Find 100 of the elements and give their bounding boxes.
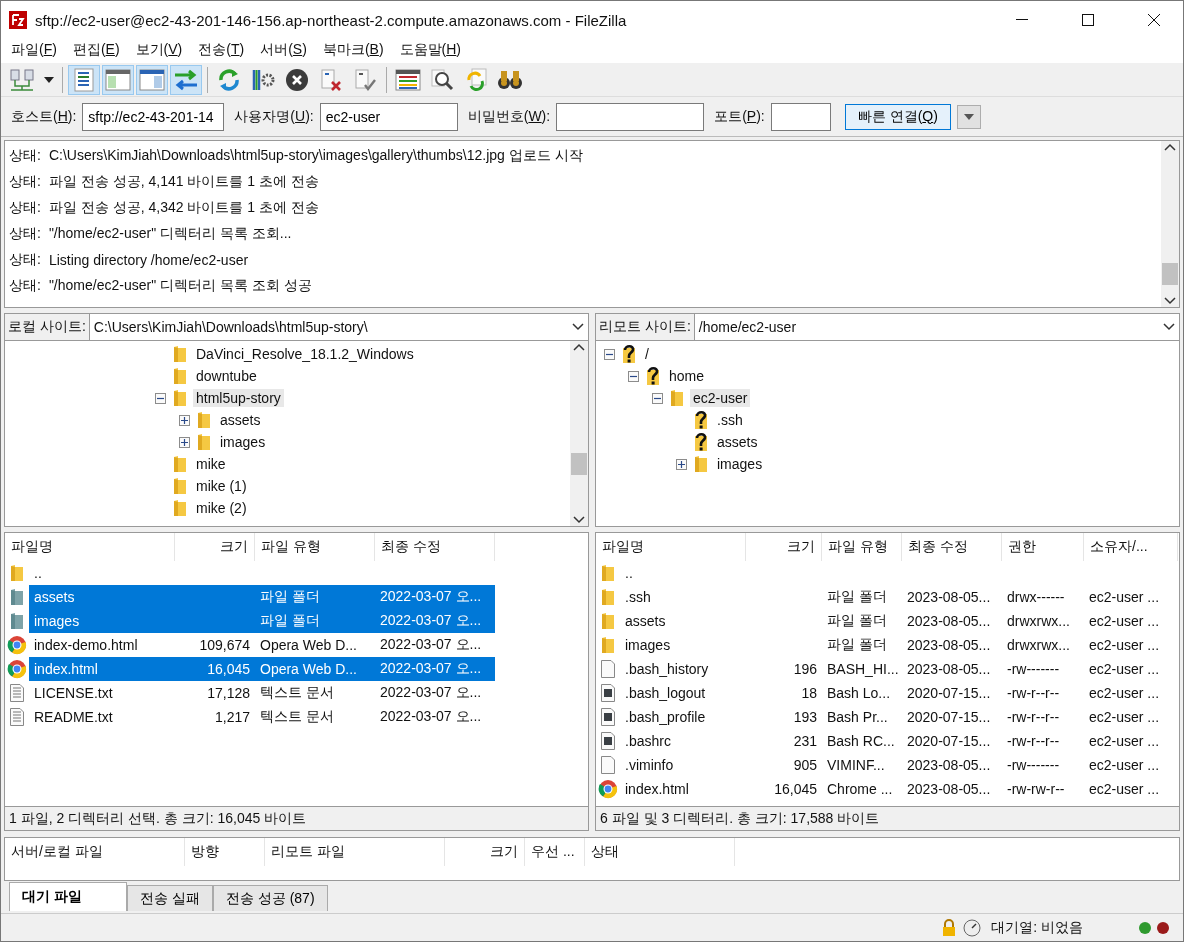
collapse-icon[interactable] bbox=[652, 392, 663, 404]
script-file-icon bbox=[601, 684, 615, 702]
scrollbar-thumb[interactable] bbox=[571, 453, 587, 475]
table-cell: 18 bbox=[801, 685, 817, 701]
input-field[interactable]: sftp://ec2-43-201-14 bbox=[82, 102, 225, 131]
tab[interactable]: 전송 성공 (87) bbox=[212, 885, 328, 911]
file-row[interactable]: assets 파일 폴더 2023-08-05... drwxrwx... ec2-user ... bbox=[620, 609, 1178, 633]
collapse-icon[interactable] bbox=[628, 370, 639, 382]
text-file-icon bbox=[10, 684, 24, 702]
table-cell: 2020-07-15... bbox=[907, 733, 991, 749]
file-row[interactable]: .bash_logout 18 Bash Lo... 2020-07-15... -rw-r--r-- ec2-user ... bbox=[620, 681, 1178, 705]
column-header[interactable]: 상태 bbox=[585, 838, 735, 866]
script-file-icon bbox=[601, 732, 615, 750]
collapse-icon[interactable] bbox=[155, 392, 166, 404]
table-cell: 파일 폴더 bbox=[827, 612, 887, 630]
column-header[interactable]: 파일 유형 bbox=[255, 533, 375, 561]
file-row[interactable]: index-demo.html 109,674 Opera Web D... 2022-03-07 오... bbox=[29, 633, 495, 657]
chevron-down-icon[interactable] bbox=[1163, 323, 1175, 331]
quickconnect-button[interactable]: 빠른 연결(Q) bbox=[844, 103, 951, 130]
table-cell: 2023-08-05... bbox=[907, 661, 991, 677]
expand-icon[interactable] bbox=[179, 414, 190, 426]
file-row[interactable]: .viminfo 905 VIMINF... 2023-08-05... -rw------- ec2-user ... bbox=[620, 753, 1178, 777]
menu-item[interactable]: 편집(E) bbox=[64, 39, 128, 63]
tree-item[interactable]: mike bbox=[193, 455, 229, 473]
column-header[interactable]: 방향 bbox=[185, 838, 265, 866]
scroll-down-icon[interactable] bbox=[1164, 297, 1176, 305]
tree-item[interactable]: images bbox=[714, 455, 766, 473]
file-row[interactable]: index.html 16,045 Chrome ... 2023-08-05... -rw-rw-r-- ec2-user ... bbox=[620, 777, 1178, 801]
menu-item[interactable]: 북마크(B) bbox=[314, 39, 392, 63]
tab[interactable]: 전송 실패 bbox=[127, 885, 213, 911]
input-field[interactable] bbox=[556, 102, 705, 131]
menu-item[interactable]: 파일(F) bbox=[3, 39, 65, 63]
scrollbar[interactable] bbox=[570, 341, 588, 526]
file-row[interactable]: .bashrc 231 Bash RC... 2020-07-15... -rw-r--r-- ec2-user ... bbox=[620, 729, 1178, 753]
column-header[interactable]: 리모트 파일 bbox=[265, 838, 445, 866]
expand-icon[interactable] bbox=[676, 458, 687, 470]
file-row[interactable]: images 파일 폴더 2023-08-05... drwxrwx... ec2-user ... bbox=[620, 633, 1178, 657]
file-row[interactable]: .bash_profile 193 Bash Pr... 2020-07-15... -rw-r--r-- ec2-user ... bbox=[620, 705, 1178, 729]
blank-file-icon bbox=[601, 756, 615, 774]
chevron-down-icon[interactable] bbox=[572, 323, 584, 331]
tree-item[interactable]: DaVinci_Resolve_18.1.2_Windows bbox=[193, 345, 417, 363]
tree-item[interactable]: images bbox=[217, 433, 269, 451]
column-header[interactable]: 권한 bbox=[1002, 533, 1084, 561]
tree-item[interactable]: home bbox=[666, 367, 708, 385]
folder-icon bbox=[600, 564, 616, 582]
folder-icon bbox=[600, 636, 616, 654]
input-field[interactable]: ec2-user bbox=[319, 102, 458, 131]
file-row[interactable]: .. bbox=[29, 561, 495, 585]
column-header[interactable]: 소유자/... bbox=[1084, 533, 1178, 561]
file-row[interactable]: assets 파일 폴더 2022-03-07 오... bbox=[29, 585, 495, 609]
table-cell: 196 bbox=[793, 661, 817, 677]
column-header[interactable]: 최종 수정 bbox=[902, 533, 1002, 561]
column-header[interactable]: 최종 수정 bbox=[375, 533, 495, 561]
scrollbar[interactable] bbox=[1161, 141, 1179, 307]
column-header[interactable]: 파일 유형 bbox=[822, 533, 902, 561]
column-header[interactable]: 서버/로컬 파일 bbox=[5, 838, 185, 866]
column-header[interactable]: 파일명 bbox=[5, 533, 175, 561]
tab[interactable]: 대기 파일 bbox=[9, 882, 127, 911]
file-name: images bbox=[34, 613, 80, 629]
menu-item[interactable]: 보기(V) bbox=[127, 39, 191, 63]
column-header[interactable]: 크기 bbox=[746, 533, 822, 561]
file-row[interactable]: .ssh 파일 폴더 2023-08-05... drwx------ ec2-user ... bbox=[620, 585, 1178, 609]
file-row[interactable]: .. bbox=[620, 561, 1178, 585]
collapse-icon[interactable] bbox=[604, 348, 615, 360]
tree-item[interactable]: ec2-user bbox=[690, 389, 751, 407]
file-row[interactable]: .bash_history 196 BASH_HI... 2023-08-05... -rw------- ec2-user ... bbox=[620, 657, 1178, 681]
log-label: 상태: bbox=[9, 251, 41, 269]
tree-item[interactable]: .ssh bbox=[714, 411, 746, 429]
expand-icon[interactable] bbox=[179, 436, 190, 448]
log-label: 상태: bbox=[9, 225, 41, 243]
column-header[interactable]: 크기 bbox=[445, 838, 525, 866]
menu-item[interactable]: 전송(T) bbox=[190, 39, 253, 63]
tree-item[interactable]: mike (2) bbox=[193, 499, 250, 517]
table-cell: -rw------- bbox=[1007, 757, 1060, 773]
tree-item[interactable]: mike (1) bbox=[193, 477, 250, 495]
field-label: 호스트(H): bbox=[11, 107, 77, 126]
file-row[interactable]: index.html 16,045 Opera Web D... 2022-03-07 오... bbox=[29, 657, 495, 681]
site-label: 리모트 사이트: bbox=[596, 314, 695, 340]
tree-item[interactable]: / bbox=[642, 345, 652, 363]
tree-item[interactable]: html5up-story bbox=[193, 389, 284, 407]
tree-item[interactable]: assets bbox=[217, 411, 264, 429]
scroll-down-icon[interactable] bbox=[573, 516, 585, 524]
scroll-up-icon[interactable] bbox=[573, 343, 585, 351]
file-row[interactable]: LICENSE.txt 17,128 텍스트 문서 2022-03-07 오... bbox=[29, 681, 495, 705]
filter-gear-icon bbox=[250, 67, 276, 92]
tree-item[interactable]: downtube bbox=[193, 367, 260, 385]
file-row[interactable]: README.txt 1,217 텍스트 문서 2022-03-07 오... bbox=[29, 705, 495, 729]
tree-item[interactable]: assets bbox=[714, 433, 761, 451]
scroll-up-icon[interactable] bbox=[1164, 143, 1176, 151]
input-field[interactable] bbox=[770, 102, 831, 131]
menu-item[interactable]: 서버(S) bbox=[252, 39, 315, 63]
column-header[interactable]: 파일명 bbox=[596, 533, 746, 561]
dropdown-button[interactable] bbox=[956, 104, 981, 129]
file-row[interactable]: images 파일 폴더 2022-03-07 오... bbox=[29, 609, 495, 633]
column-header[interactable]: 크기 bbox=[175, 533, 255, 561]
column-header[interactable]: 우선 ... bbox=[525, 838, 585, 866]
menu-item[interactable]: 도움말(H) bbox=[391, 39, 470, 63]
scrollbar-thumb[interactable] bbox=[1162, 263, 1178, 285]
log-label: 상태: bbox=[9, 277, 41, 295]
table-cell: -rw-r--r-- bbox=[1007, 733, 1060, 749]
